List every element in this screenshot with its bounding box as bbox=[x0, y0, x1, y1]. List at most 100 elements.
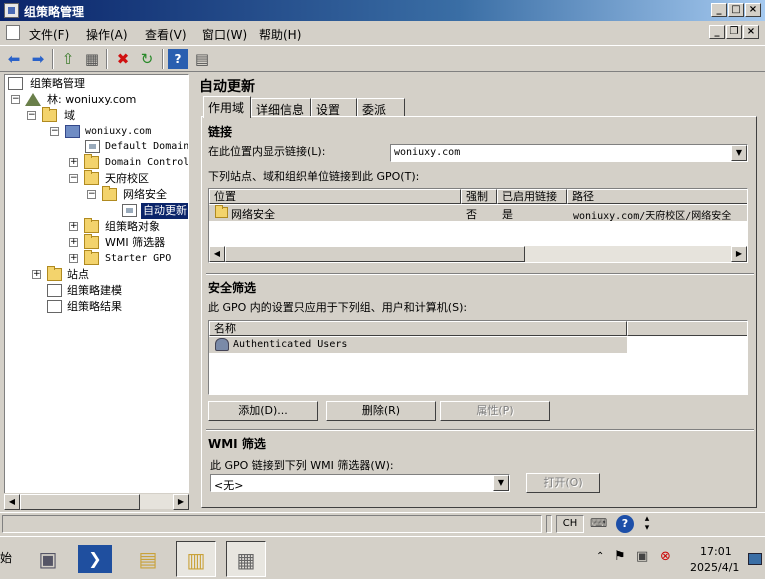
links-heading: 链接 bbox=[208, 125, 233, 139]
back-arrow-icon[interactable]: ⬅ bbox=[4, 49, 24, 69]
scroll-right-icon[interactable]: ▶ bbox=[731, 246, 747, 262]
delete-icon[interactable]: ✖ bbox=[113, 49, 133, 69]
expand-icon[interactable]: + bbox=[69, 238, 78, 247]
maximize-button[interactable]: □ bbox=[728, 3, 744, 17]
status-panel bbox=[546, 515, 552, 533]
child-restore-button[interactable]: ❐ bbox=[726, 25, 742, 39]
security-listview[interactable]: 名称 Authenticated Users bbox=[208, 320, 748, 395]
scroll-right-icon[interactable]: ▶ bbox=[173, 494, 189, 510]
flag-icon[interactable]: ⚑ bbox=[614, 549, 626, 564]
users-group-icon bbox=[215, 338, 229, 351]
scroll-left-icon[interactable]: ◀ bbox=[209, 246, 225, 262]
scroll-thumb[interactable] bbox=[225, 246, 525, 262]
help-icon[interactable]: ? bbox=[168, 49, 188, 69]
lang-indicator[interactable]: CH bbox=[556, 515, 584, 533]
column-enforced[interactable]: 强制 bbox=[461, 189, 497, 204]
column-path[interactable]: 路径 bbox=[567, 189, 747, 204]
server-manager-icon[interactable]: ▣ bbox=[28, 541, 68, 577]
show-desktop-icon[interactable] bbox=[748, 553, 762, 565]
collapse-icon[interactable]: − bbox=[87, 190, 96, 199]
volume-muted-icon[interactable]: ⊗ bbox=[660, 549, 671, 564]
tree-horizontal-scrollbar[interactable]: ◀ ▶ bbox=[4, 493, 189, 510]
tree-gpo-objects-label: 组策略对象 bbox=[105, 220, 160, 233]
menu-file[interactable]: 文件(F) bbox=[29, 26, 69, 43]
minimize-button[interactable]: _ bbox=[711, 3, 727, 17]
start-button-label[interactable]: 始 bbox=[0, 549, 12, 566]
properties-button[interactable]: 属性(P) bbox=[440, 401, 550, 421]
properties-icon[interactable]: ▤ bbox=[192, 49, 212, 69]
tab-details[interactable]: 详细信息 bbox=[251, 98, 311, 117]
wmi-heading: WMI 筛选 bbox=[208, 437, 266, 451]
column-link-enabled[interactable]: 已启用链接 bbox=[497, 189, 567, 204]
explorer-folder-icon[interactable]: ▤ bbox=[128, 541, 168, 577]
menu-view[interactable]: 查看(V) bbox=[145, 26, 187, 43]
ou-folder-icon bbox=[84, 154, 99, 169]
show-hidden-icons-icon[interactable]: ⌃ bbox=[596, 551, 604, 562]
show-hide-tree-icon[interactable]: ▦ bbox=[82, 49, 102, 69]
wmi-filter-dropdown[interactable]: <无> ▼ bbox=[210, 474, 510, 492]
scroll-left-icon[interactable]: ◀ bbox=[4, 494, 20, 510]
tree-ou-network-label: 网络安全 bbox=[123, 188, 167, 201]
menu-action[interactable]: 操作(A) bbox=[86, 26, 128, 43]
forward-arrow-icon[interactable]: ➡ bbox=[28, 49, 48, 69]
add-button[interactable]: 添加(D)... bbox=[208, 401, 318, 421]
folder-icon bbox=[84, 234, 99, 249]
chevron-down-icon[interactable]: ▼ bbox=[493, 475, 509, 491]
tree-ou-campus-label: 天府校区 bbox=[105, 172, 149, 185]
collapse-icon[interactable]: − bbox=[50, 127, 59, 136]
powershell-icon[interactable]: ❯ bbox=[78, 545, 112, 573]
tab-scope[interactable]: 作用域 bbox=[203, 96, 251, 118]
location-dropdown[interactable]: woniuxy.com ▼ bbox=[390, 144, 748, 162]
collapse-icon[interactable]: − bbox=[69, 174, 78, 183]
scroll-thumb[interactable] bbox=[20, 494, 140, 510]
tab-delegation[interactable]: 委派 bbox=[357, 98, 405, 117]
open-button[interactable]: 打开(O) bbox=[526, 473, 600, 493]
location-label: 在此位置内显示链接(L): bbox=[208, 145, 326, 158]
refresh-icon[interactable]: ↻ bbox=[137, 49, 157, 69]
title-bar: 组策略管理 _ □ × bbox=[0, 0, 765, 21]
security-heading: 安全筛选 bbox=[208, 281, 257, 295]
table-row[interactable]: Authenticated Users bbox=[209, 337, 627, 353]
tab-settings[interactable]: 设置 bbox=[311, 98, 357, 117]
child-minimize-button[interactable]: _ bbox=[709, 25, 725, 39]
gpo-editor-taskbar-icon[interactable]: ▦ bbox=[226, 541, 266, 577]
column-name[interactable]: 名称 bbox=[209, 321, 627, 336]
chevron-down-icon[interactable]: ▼ bbox=[731, 145, 747, 161]
child-close-button[interactable]: × bbox=[743, 25, 759, 39]
window-title: 组策略管理 bbox=[24, 5, 85, 19]
menu-window[interactable]: 窗口(W) bbox=[202, 26, 247, 43]
details-pane: 自动更新 作用域 详细信息 设置 委派 链接 在此位置内显示链接(L): won… bbox=[195, 74, 761, 510]
network-icon[interactable]: ▣ bbox=[636, 549, 648, 564]
toolbar: ⬅ ➡ ⇧ ▦ ✖ ↻ ? ▤ bbox=[0, 45, 765, 72]
table-row[interactable]: 网络安全 否 是 woniuxy.com/天府校区/网络安全 bbox=[209, 205, 747, 222]
clock-time[interactable]: 17:01 bbox=[700, 545, 732, 558]
gpo-title: 自动更新 bbox=[199, 79, 255, 95]
collapse-icon[interactable]: − bbox=[27, 111, 36, 120]
links-horizontal-scrollbar[interactable]: ◀ ▶ bbox=[209, 246, 747, 262]
gpmc-taskbar-icon[interactable]: ▥ bbox=[176, 541, 216, 577]
status-panel bbox=[2, 515, 542, 533]
up-folder-icon[interactable]: ⇧ bbox=[58, 49, 78, 69]
remove-button[interactable]: 删除(R) bbox=[326, 401, 436, 421]
links-listview[interactable]: 位置 强制 已启用链接 路径 网络安全 否 是 woniuxy.com/天府校区… bbox=[208, 188, 748, 263]
tree-domains-label: 域 bbox=[64, 109, 75, 122]
column-empty bbox=[627, 321, 747, 336]
help-circle-icon[interactable]: ? bbox=[616, 515, 634, 533]
tree-modeling-label: 组策略建模 bbox=[67, 284, 122, 297]
options-icon[interactable]: ▴ ▾ bbox=[642, 515, 652, 533]
keyboard-icon[interactable]: ⌨ bbox=[590, 516, 608, 532]
expand-icon[interactable]: + bbox=[69, 158, 78, 167]
clock-date[interactable]: 2025/4/1 bbox=[690, 561, 739, 574]
expand-icon[interactable]: + bbox=[69, 222, 78, 231]
expand-icon[interactable]: + bbox=[32, 270, 41, 279]
folder-icon bbox=[47, 266, 62, 281]
collapse-icon[interactable]: − bbox=[11, 95, 20, 104]
security-desc: 此 GPO 内的设置只应用于下列组、用户和计算机(S): bbox=[208, 301, 468, 314]
folder-icon bbox=[42, 107, 57, 122]
close-button[interactable]: × bbox=[745, 3, 761, 17]
wmi-desc: 此 GPO 链接到下列 WMI 筛选器(W): bbox=[210, 459, 394, 472]
column-location[interactable]: 位置 bbox=[209, 189, 461, 204]
results-icon bbox=[47, 300, 62, 313]
menu-help[interactable]: 帮助(H) bbox=[259, 26, 301, 43]
expand-icon[interactable]: + bbox=[69, 254, 78, 263]
